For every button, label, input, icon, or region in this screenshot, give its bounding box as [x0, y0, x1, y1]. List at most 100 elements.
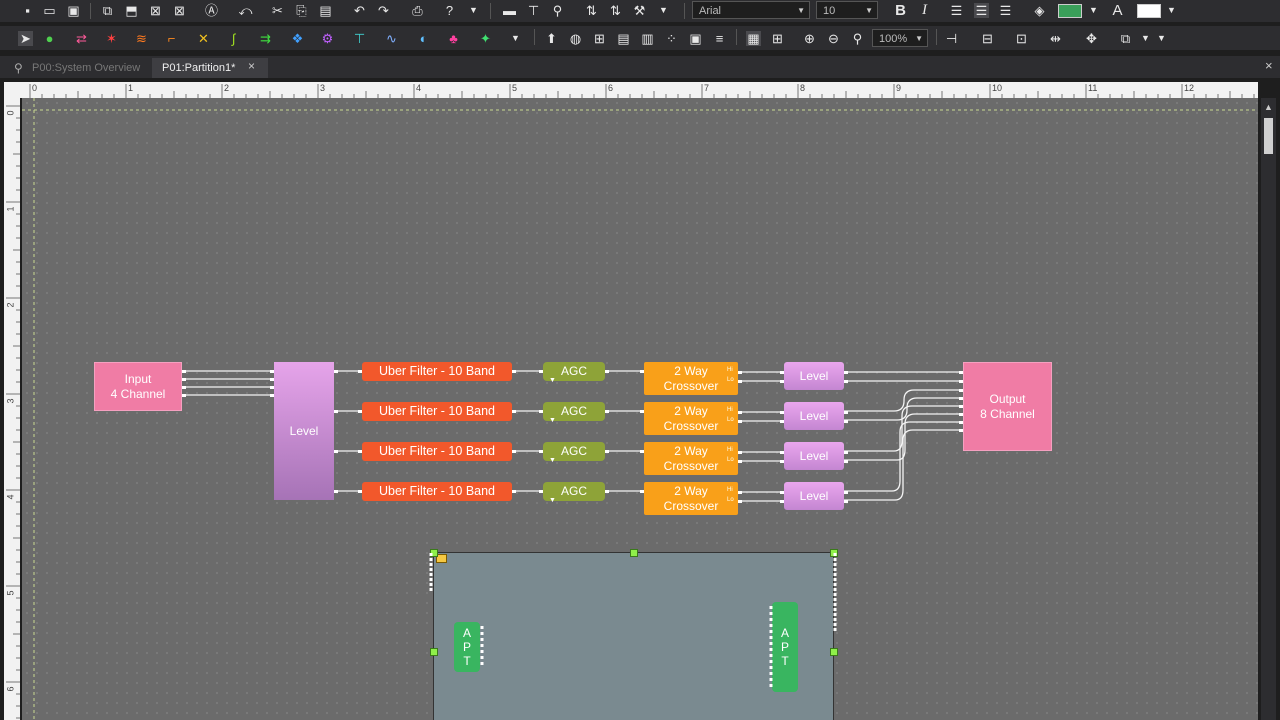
port-pin[interactable]: [640, 410, 644, 413]
port-pin[interactable]: [959, 380, 963, 383]
level-block-main[interactable]: Level: [274, 362, 334, 500]
tee-tool-icon[interactable]: ⊤: [352, 31, 367, 46]
bars-icon[interactable]: ▥: [640, 31, 655, 46]
waveform-icon[interactable]: ≋: [134, 31, 149, 46]
port-pin[interactable]: [959, 429, 963, 432]
port-pin[interactable]: [738, 380, 742, 383]
resize-handle[interactable]: [630, 549, 638, 557]
align-tops-icon[interactable]: ⊟: [980, 31, 995, 46]
port-pin[interactable]: [640, 370, 644, 373]
zoom-select[interactable]: 100% ▼: [872, 29, 928, 47]
design-canvas[interactable]: Input 4 Channel Level Uber Filter - 10 B…: [22, 98, 1258, 720]
crossover-block[interactable]: 2 Way Crossover: [644, 362, 738, 395]
connect-icon[interactable]: ⇅: [608, 3, 623, 18]
bus-tool-icon[interactable]: ⇄: [74, 31, 89, 46]
port-pin[interactable]: [780, 500, 784, 503]
level-block-output[interactable]: Level: [784, 442, 844, 470]
align-center-icon[interactable]: ☰: [974, 3, 989, 18]
monitor-icon[interactable]: ▬: [502, 3, 517, 18]
vertical-scrollbar[interactable]: ▲: [1261, 98, 1276, 720]
scroll-up-icon[interactable]: ▲: [1264, 102, 1273, 112]
close-design-icon[interactable]: ⊠: [148, 3, 163, 18]
half-circle-icon[interactable]: ◐: [416, 31, 431, 46]
node-tool-icon[interactable]: ❖: [290, 31, 305, 46]
chevron-down-icon[interactable]: ▼: [1086, 3, 1101, 18]
list-icon[interactable]: ▤: [616, 31, 631, 46]
crossover-block[interactable]: 2 Way Crossover: [644, 402, 738, 435]
port-pin[interactable]: [358, 490, 362, 493]
text-color-button[interactable]: A: [1110, 3, 1125, 18]
port-pin[interactable]: [844, 420, 848, 423]
port-pin[interactable]: [270, 394, 274, 397]
uber-filter-block[interactable]: Uber Filter - 10 Band: [362, 362, 512, 381]
port-pin[interactable]: [358, 410, 362, 413]
port-pin[interactable]: [738, 420, 742, 423]
port-pin[interactable]: [605, 410, 609, 413]
port-pin[interactable]: [358, 450, 362, 453]
new-icon[interactable]: ▪: [20, 3, 35, 18]
align-right-icon[interactable]: ☰: [998, 3, 1013, 18]
grid-toggle-icon[interactable]: ⊞: [770, 31, 785, 46]
port-pin[interactable]: [270, 378, 274, 381]
hierarchy-icon[interactable]: ⚲: [550, 3, 565, 18]
text-box-icon[interactable]: Ⓐ: [204, 3, 219, 18]
port-pin[interactable]: [270, 386, 274, 389]
port-pin[interactable]: [780, 451, 784, 454]
port-pin[interactable]: [334, 490, 338, 493]
move-icon[interactable]: ✥: [1084, 31, 1099, 46]
port-pin[interactable]: [844, 460, 848, 463]
level-block-output[interactable]: Level: [784, 482, 844, 510]
port-pin[interactable]: [959, 397, 963, 400]
port-pin[interactable]: [270, 370, 274, 373]
port-pin[interactable]: [512, 370, 516, 373]
port-pin[interactable]: [512, 410, 516, 413]
port-pin[interactable]: [605, 370, 609, 373]
layers-icon[interactable]: ≡: [712, 31, 727, 46]
font-name-select[interactable]: Arial ▼: [692, 1, 810, 19]
save-icon[interactable]: ▣: [66, 3, 81, 18]
font-size-select[interactable]: 10 ▼: [816, 1, 878, 19]
open-icon[interactable]: ▭: [42, 3, 57, 18]
port-pin[interactable]: [844, 451, 848, 454]
uber-filter-block[interactable]: Uber Filter - 10 Band: [362, 482, 512, 501]
align-left-edges-icon[interactable]: ⊣: [944, 31, 959, 46]
fill-bucket-icon[interactable]: ◈: [1032, 3, 1047, 18]
text-color-swatch[interactable]: [1137, 4, 1161, 18]
port-pin[interactable]: [334, 450, 338, 453]
port-pin[interactable]: [539, 490, 543, 493]
output-block[interactable]: Output 8 Channel: [963, 362, 1052, 451]
export-icon[interactable]: ⬒: [124, 3, 139, 18]
port-pin[interactable]: [358, 370, 362, 373]
bold-button[interactable]: B: [893, 3, 908, 18]
port-pin[interactable]: [738, 371, 742, 374]
line-tool-icon[interactable]: ⌐: [164, 31, 179, 46]
apt-block-right[interactable]: A P T: [772, 602, 798, 692]
port-pin[interactable]: [738, 411, 742, 414]
port-pin[interactable]: [182, 386, 186, 389]
color-tool-icon[interactable]: ♣: [446, 31, 461, 46]
pointer-icon[interactable]: ➤: [18, 31, 33, 46]
port-pin[interactable]: [844, 380, 848, 383]
resize-handle[interactable]: [830, 648, 838, 656]
port-pin[interactable]: [539, 450, 543, 453]
close-all-icon[interactable]: ⊠: [172, 3, 187, 18]
resize-handle[interactable]: [430, 648, 438, 656]
tab-close-icon[interactable]: ×: [248, 59, 255, 73]
star-tool-icon[interactable]: ✦: [478, 31, 493, 46]
curve-tool-icon[interactable]: ∫: [226, 31, 241, 46]
undo-link-icon[interactable]: ⤺: [238, 3, 253, 18]
paste-icon[interactable]: ▤: [318, 3, 333, 18]
port-pin[interactable]: [512, 490, 516, 493]
uber-filter-block[interactable]: Uber Filter - 10 Band: [362, 402, 512, 421]
port-pin[interactable]: [182, 394, 186, 397]
dropdown-icon[interactable]: ▼: [1154, 31, 1169, 46]
emulate-icon[interactable]: ⇅: [584, 3, 599, 18]
port-pin[interactable]: [780, 460, 784, 463]
level-block-output[interactable]: Level: [784, 402, 844, 430]
crossover-block[interactable]: 2 Way Crossover: [644, 442, 738, 475]
cut-icon[interactable]: ✂: [270, 3, 285, 18]
dropdown-icon[interactable]: ▼: [508, 31, 523, 46]
zoom-in-icon[interactable]: ⊕: [802, 31, 817, 46]
undo-icon[interactable]: ↶: [352, 3, 367, 18]
uber-filter-block[interactable]: Uber Filter - 10 Band: [362, 442, 512, 461]
